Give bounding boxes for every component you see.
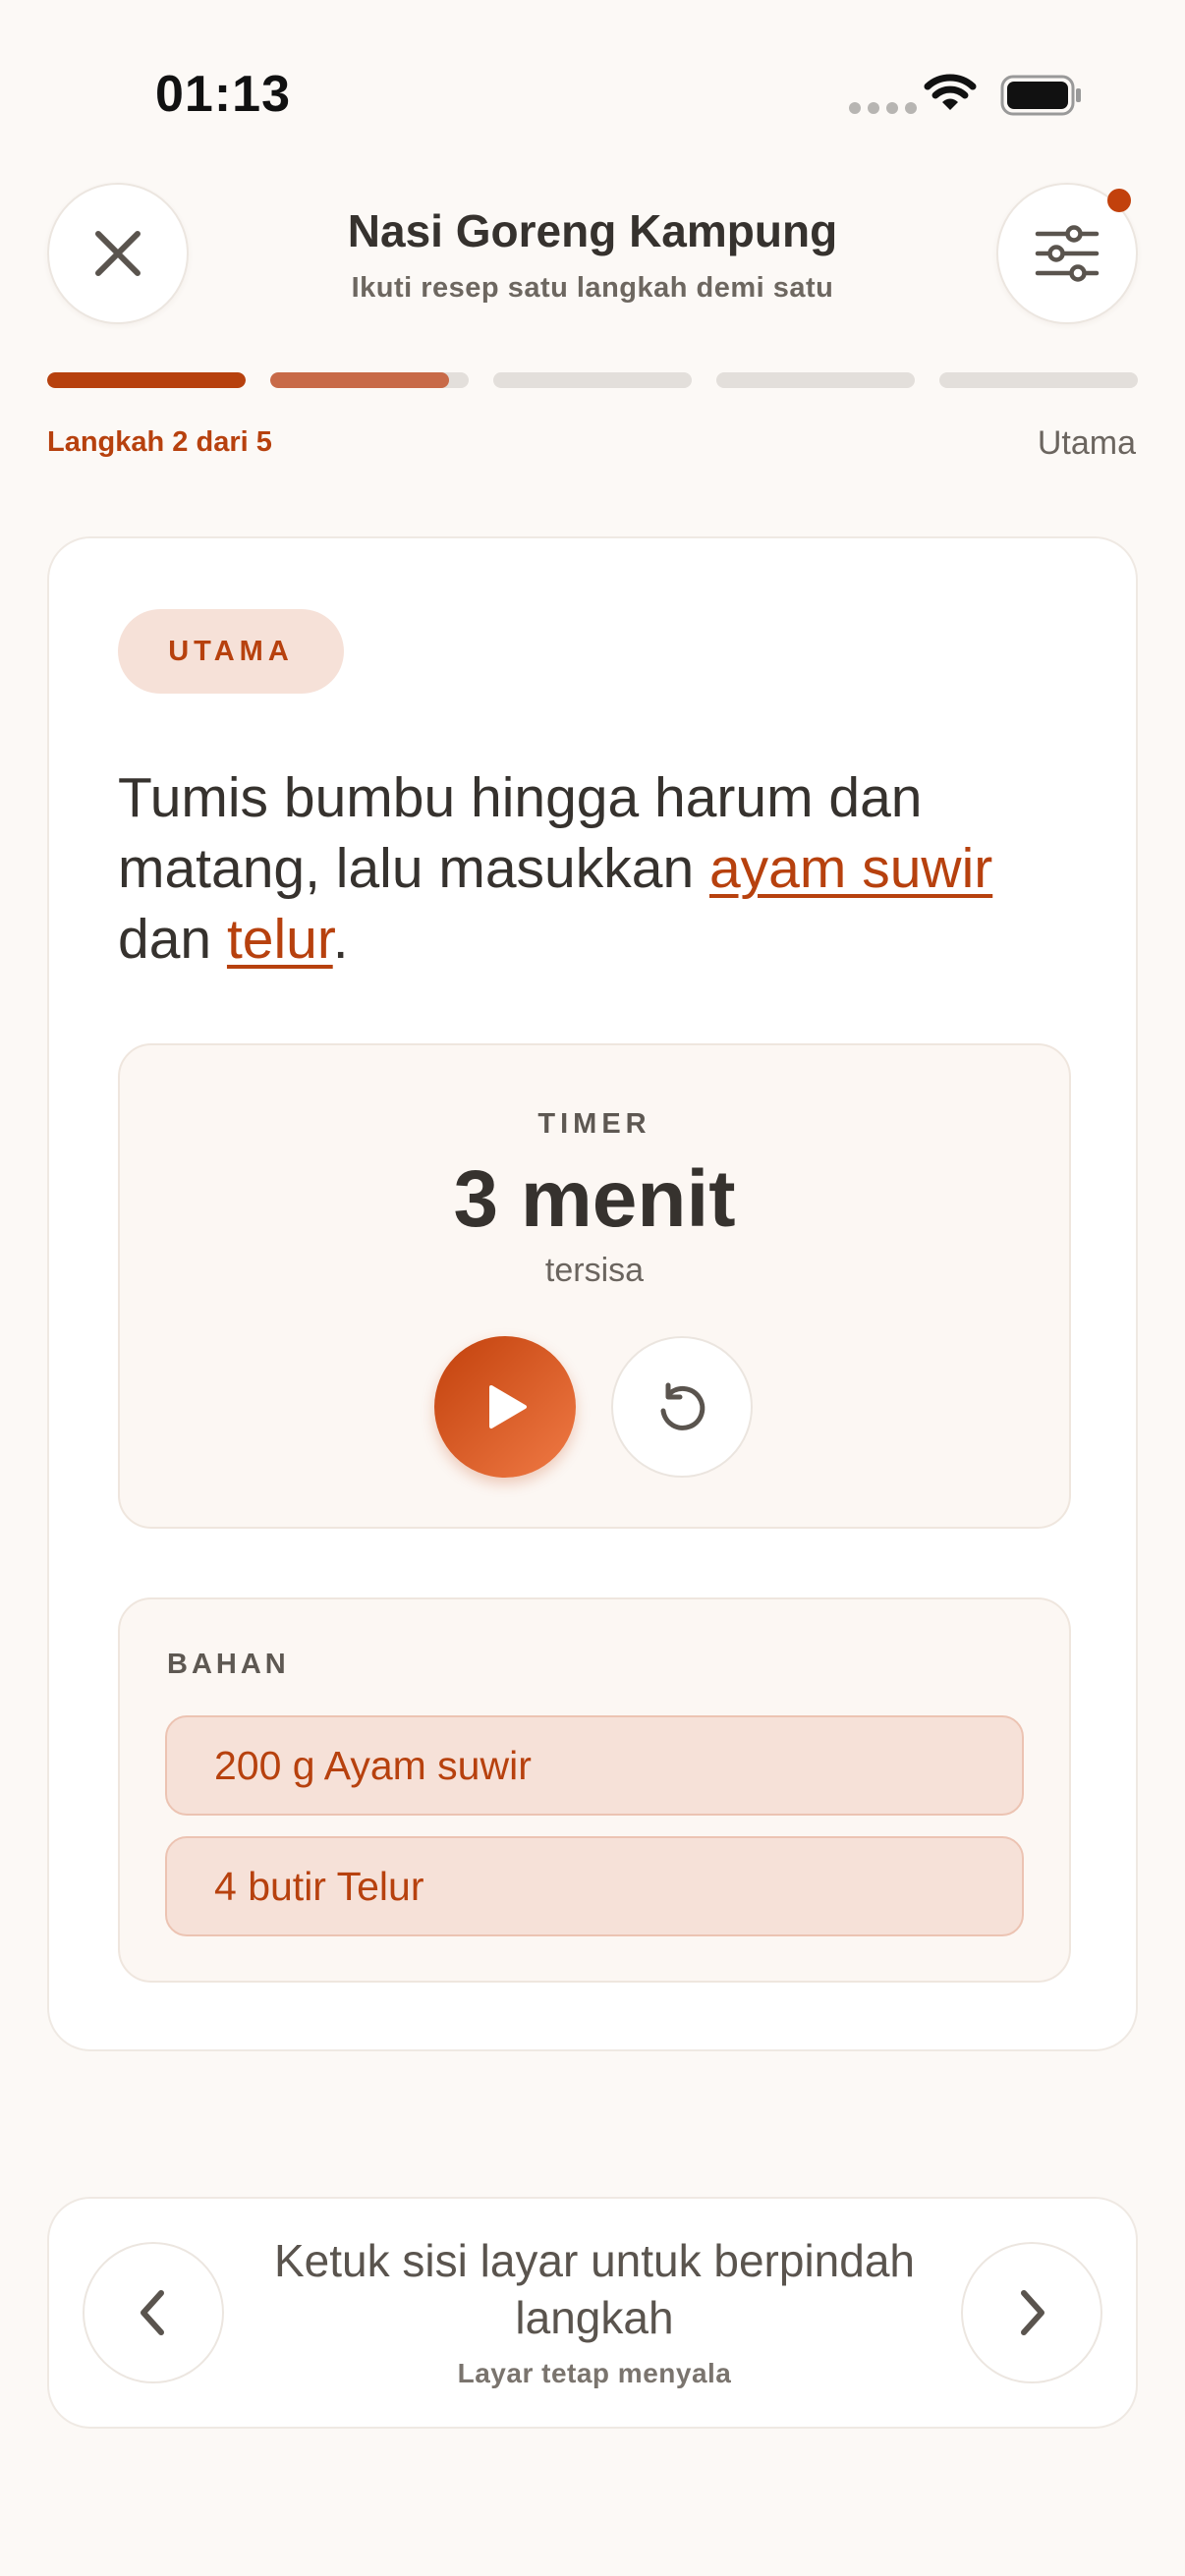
- step-category: Utama: [1037, 424, 1136, 462]
- ingredient-link[interactable]: telur: [227, 908, 333, 971]
- step-card: UTAMA Tumis bumbu hingga harum dan matan…: [47, 536, 1138, 2051]
- step-counter: Langkah 2 dari 5: [47, 426, 272, 458]
- notification-dot: [1107, 189, 1131, 212]
- reset-icon: [660, 1382, 705, 1430]
- step-instruction: Tumis bumbu hingga harum dan matang, lal…: [118, 766, 993, 971]
- previous-step-button[interactable]: [83, 2242, 224, 2383]
- step-progress-bar: [47, 372, 1138, 388]
- start-timer-button[interactable]: [434, 1336, 576, 1478]
- cellular-signal-icon: [849, 102, 917, 114]
- play-icon: [489, 1385, 527, 1428]
- chevron-left-icon: [141, 2290, 164, 2335]
- progress-segment: [716, 372, 915, 388]
- ingredients-title: BAHAN: [167, 1649, 290, 1680]
- timer-label: TIMER: [537, 1108, 651, 1140]
- screen-awake-note: Layar tetap menyala: [457, 2358, 732, 2388]
- category-badge: UTAMA: [118, 609, 344, 694]
- ingredient-chip[interactable]: 4 butir Telur: [165, 1836, 1024, 1936]
- progress-segment: [270, 372, 469, 388]
- navigation-hint: Ketuk sisi layar untuk berpindah langkah: [273, 2235, 916, 2343]
- sliders-icon: [1035, 225, 1100, 282]
- step-navigation-bar: Ketuk sisi layar untuk berpindah langkah…: [47, 2197, 1138, 2429]
- ingredients-panel: BAHAN 200 g Ayam suwir 4 butir Telur: [118, 1597, 1071, 1983]
- progress-segment: [939, 372, 1138, 388]
- status-bar: 01:13: [0, 0, 1185, 187]
- wifi-icon: [924, 73, 977, 117]
- reset-timer-button[interactable]: [611, 1336, 753, 1478]
- timer-panel: TIMER 3 menit tersisa: [118, 1043, 1071, 1529]
- ingredient-link[interactable]: ayam suwir: [709, 837, 992, 900]
- timer-value: 3 menit: [453, 1154, 736, 1244]
- progress-segment: [493, 372, 692, 388]
- timer-remaining-label: tersisa: [544, 1252, 645, 1289]
- progress-segment: [47, 372, 246, 388]
- status-time: 01:13: [155, 66, 291, 123]
- chevron-right-icon: [1021, 2290, 1044, 2335]
- ingredient-chip[interactable]: 200 g Ayam suwir: [165, 1715, 1024, 1816]
- next-step-button[interactable]: [961, 2242, 1102, 2383]
- battery-icon: [1000, 75, 1083, 121]
